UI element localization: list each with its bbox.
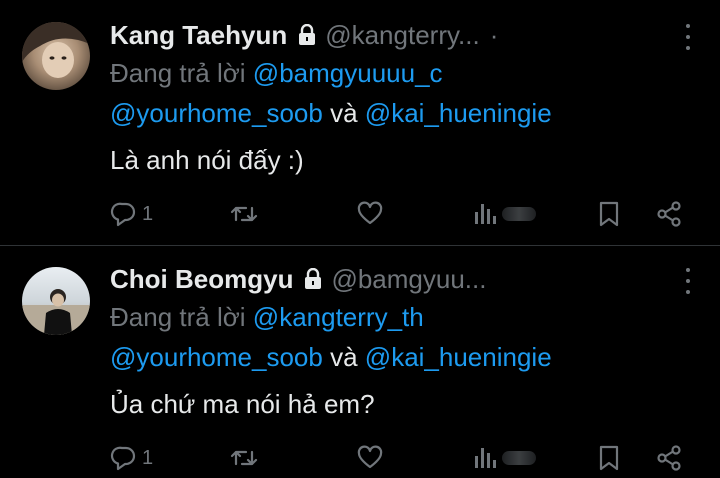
conjunction: và: [330, 98, 358, 128]
display-name[interactable]: Kang Taehyun: [110, 20, 287, 51]
bookmark-button[interactable]: [596, 198, 622, 230]
separator-dot: ·: [489, 19, 499, 50]
share-icon: [655, 200, 683, 228]
more-icon[interactable]: [682, 268, 694, 294]
mention-link[interactable]: @yourhome_soob: [110, 342, 323, 372]
tweet-header: Kang Taehyun @kangterry... ·: [110, 18, 498, 52]
share-button[interactable]: [655, 442, 683, 474]
mention-link[interactable]: @yourhome_soob: [110, 98, 323, 128]
avatar[interactable]: [22, 22, 90, 90]
avatar[interactable]: [22, 267, 90, 335]
share-button[interactable]: [655, 198, 683, 230]
replying-to-line: Đang trả lời @bamgyuuuu_c: [110, 58, 443, 89]
views-icon: [472, 200, 498, 228]
reply-icon: [110, 444, 138, 472]
retweet-button[interactable]: [230, 198, 258, 230]
retweet-icon: [230, 200, 258, 228]
action-bar: 1: [110, 198, 690, 230]
reply-icon: [110, 200, 138, 228]
views-button[interactable]: [472, 442, 536, 474]
mention-link[interactable]: @kangterry_th: [253, 302, 424, 332]
tweet-choi-beomgyu[interactable]: Choi Beomgyu @bamgyuu... Đang trả lời @k…: [0, 245, 720, 478]
mention-link[interactable]: @kai_hueningie: [365, 342, 552, 372]
display-name[interactable]: Choi Beomgyu: [110, 264, 293, 295]
more-icon[interactable]: [682, 24, 694, 50]
conjunction: và: [330, 342, 358, 372]
user-handle[interactable]: @kangterry...: [325, 20, 480, 51]
user-handle[interactable]: @bamgyuu...: [331, 264, 486, 295]
tweet-kang-taehyun[interactable]: Kang Taehyun @kangterry... · Đang trả lờ…: [0, 0, 720, 245]
like-button[interactable]: [356, 198, 384, 230]
mention-link[interactable]: @kai_hueningie: [365, 98, 552, 128]
replying-prefix: Đang trả lời: [110, 302, 246, 332]
views-icon: [472, 444, 498, 472]
retweet-button[interactable]: [230, 442, 258, 474]
bookmark-icon: [596, 444, 622, 472]
reply-button[interactable]: 1: [110, 198, 153, 230]
replying-to-line: Đang trả lời @kangterry_th: [110, 302, 424, 333]
reply-count: 1: [142, 446, 154, 469]
like-icon: [356, 444, 384, 472]
lock-icon: [297, 24, 317, 46]
reply-count: 1: [142, 202, 154, 225]
like-icon: [356, 200, 384, 228]
replying-to-line: @yourhome_soob và @kai_hueningie: [110, 342, 552, 373]
bookmark-icon: [596, 200, 622, 228]
retweet-icon: [230, 444, 258, 472]
replying-to-line: @yourhome_soob và @kai_hueningie: [110, 98, 552, 129]
views-button[interactable]: [472, 198, 536, 230]
tweet-header: Choi Beomgyu @bamgyuu...: [110, 262, 486, 296]
like-button[interactable]: [356, 442, 384, 474]
tweet-text: Ủa chứ ma nói hả em?: [110, 389, 375, 419]
bookmark-button[interactable]: [596, 442, 622, 474]
share-icon: [655, 444, 683, 472]
mention-link[interactable]: @bamgyuuuu_c: [253, 58, 443, 88]
replying-prefix: Đang trả lời: [110, 58, 246, 88]
reply-button[interactable]: 1: [110, 442, 153, 474]
lock-icon: [303, 268, 323, 290]
views-count-blurred: [502, 451, 536, 465]
action-bar: 1: [110, 442, 690, 474]
tweet-text: Là anh nói đấy :): [110, 145, 304, 175]
views-count-blurred: [502, 207, 536, 221]
